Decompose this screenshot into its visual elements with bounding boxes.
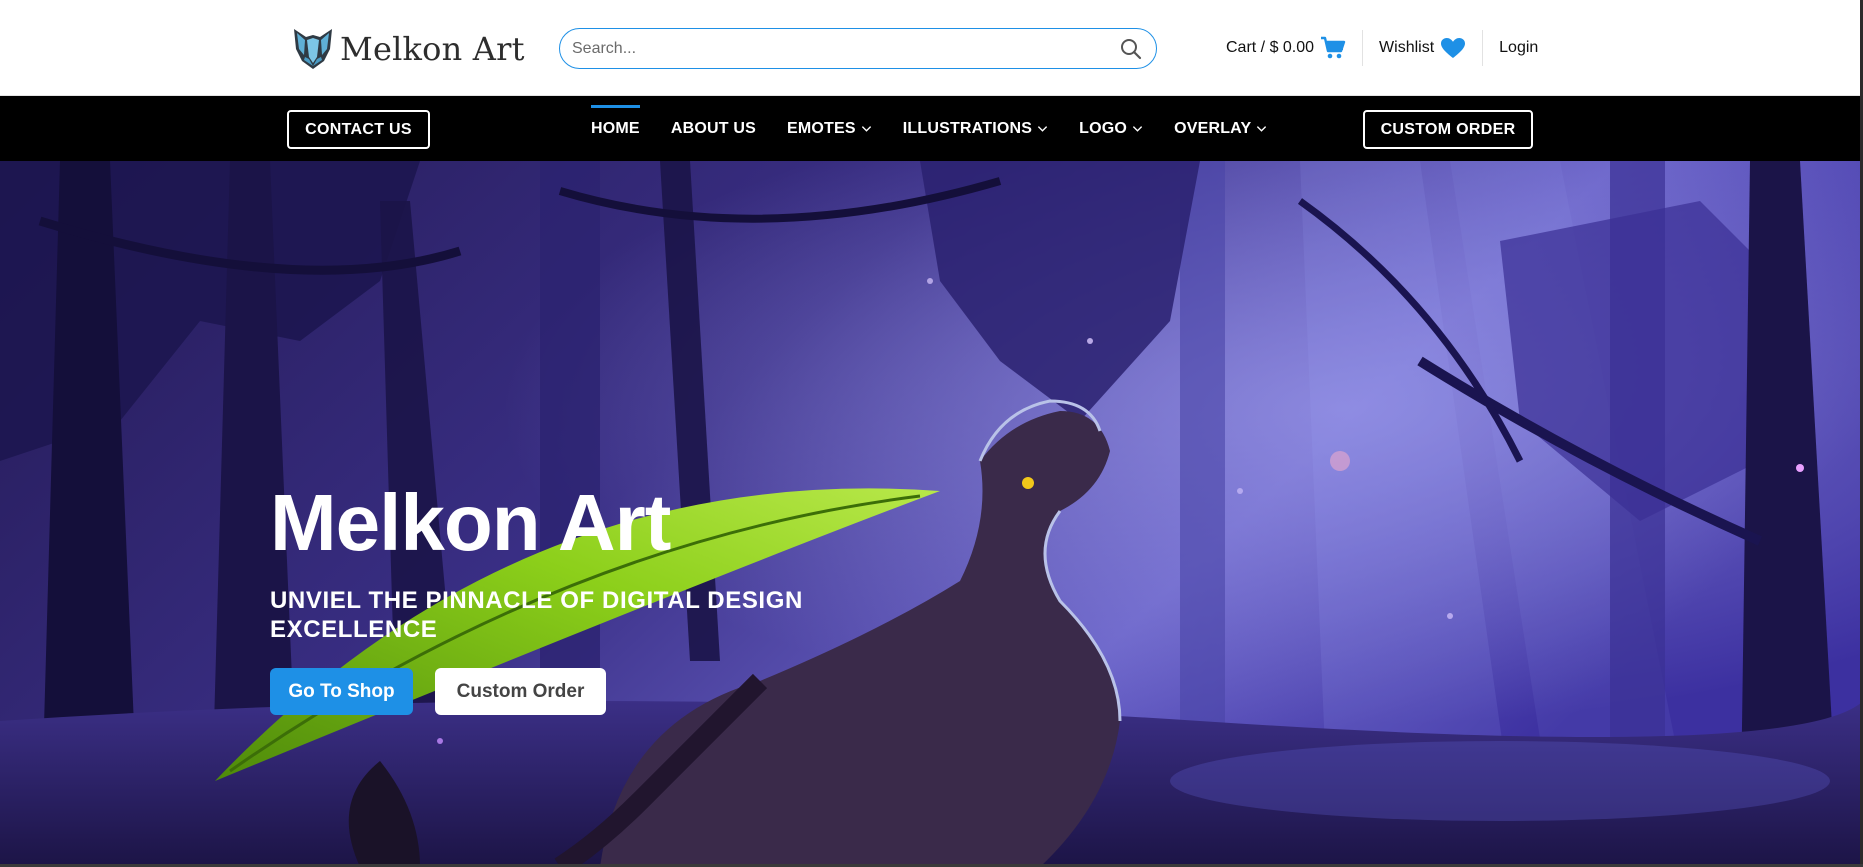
cart-label: Cart / $ 0.00 <box>1226 39 1315 56</box>
nav-item-label: HOME <box>591 119 640 137</box>
nav-item-label: OVERLAY <box>1174 119 1252 137</box>
search-bar <box>559 28 1157 69</box>
logo-text: Melkon Art <box>340 30 525 68</box>
chevron-down-icon <box>1038 126 1048 132</box>
search-icon[interactable] <box>1118 36 1144 62</box>
header-divider <box>1362 30 1364 66</box>
custom-order-nav-button[interactable]: CUSTOM ORDER <box>1363 110 1533 149</box>
wishlist-label: Wishlist <box>1379 39 1435 56</box>
main-navigation: CONTACT US HOME ABOUT US EMOTES ILLUSTRA… <box>0 96 1863 161</box>
login-label: Login <box>1499 39 1539 56</box>
nav-item-label: ABOUT US <box>670 119 756 137</box>
cart-link[interactable]: Cart / $ 0.00 <box>1226 36 1346 60</box>
site-header: Melkon Art Cart / $ 0.00 Wishlist <box>0 0 1863 96</box>
nav-item-emotes[interactable]: EMOTES <box>787 96 872 161</box>
nav-item-illustrations[interactable]: ILLUSTRATIONS <box>903 96 1048 161</box>
chevron-down-icon <box>1132 126 1143 132</box>
nav-item-logo[interactable]: LOGO <box>1079 96 1143 161</box>
login-link[interactable]: Login <box>1499 39 1538 57</box>
nav-menu: HOME ABOUT US EMOTES ILLUSTRATIONS LOGO … <box>591 96 1267 161</box>
nav-item-home[interactable]: HOME <box>591 96 640 161</box>
chevron-down-icon <box>1257 126 1267 132</box>
contact-us-button[interactable]: CONTACT US <box>287 110 430 149</box>
search-input[interactable] <box>572 39 1118 58</box>
wishlist-link[interactable]: Wishlist <box>1379 37 1466 59</box>
hero-subtitle: UNVIEL THE PINNACLE OF DIGITAL DESIGN EX… <box>270 587 803 643</box>
nav-item-overlay[interactable]: OVERLAY <box>1174 96 1267 161</box>
nav-item-label: ILLUSTRATIONS <box>902 119 1033 137</box>
nav-item-label: LOGO <box>1079 119 1128 137</box>
custom-order-button[interactable]: Custom Order <box>435 668 606 715</box>
header-actions: Cart / $ 0.00 Wishlist Login <box>1226 28 1538 68</box>
go-to-shop-button[interactable]: Go To Shop <box>270 668 413 715</box>
nav-item-about-us[interactable]: ABOUT US <box>671 96 756 161</box>
wolf-mask-icon <box>294 29 332 69</box>
chevron-down-icon <box>861 126 871 132</box>
heart-icon <box>1441 38 1466 58</box>
nav-item-label: EMOTES <box>786 119 856 137</box>
cart-icon <box>1321 36 1346 59</box>
hero-banner: Melkon Art UNVIEL THE PINNACLE OF DIGITA… <box>0 161 1863 867</box>
hero-title: Melkon Art <box>270 478 671 567</box>
site-logo[interactable]: Melkon Art <box>292 26 525 72</box>
header-divider <box>1482 30 1484 66</box>
